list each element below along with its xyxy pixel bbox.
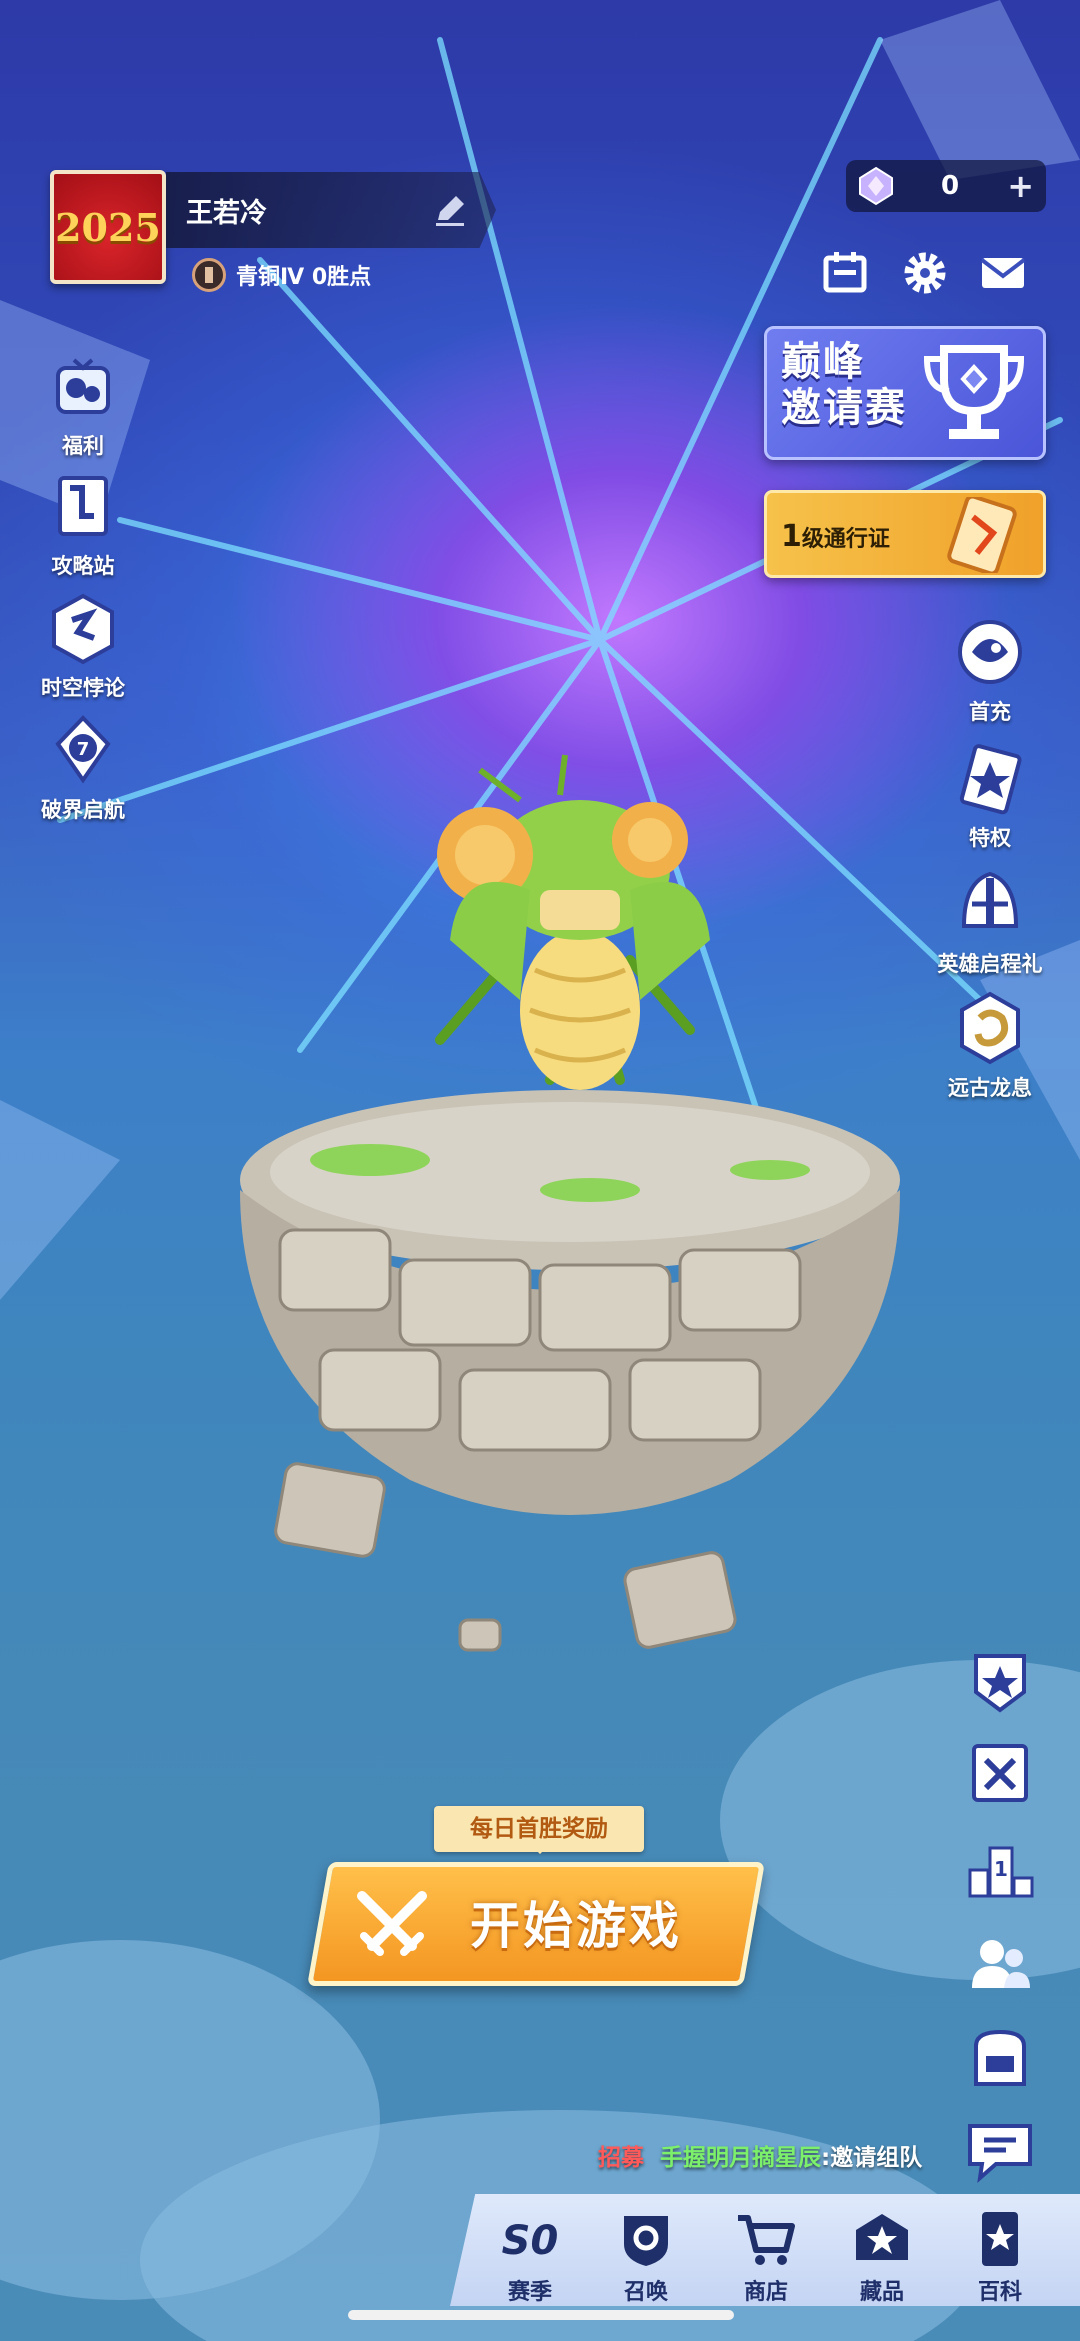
battle-pass-banner[interactable]: 1级通行证 <box>764 490 1046 578</box>
pass-level: 1 <box>781 519 802 554</box>
nav-collection[interactable]: 藏品 <box>832 2210 932 2306</box>
rank-info[interactable]: 青铜Ⅳ 0胜点 <box>192 258 371 292</box>
friends-icon[interactable] <box>960 1928 1040 1998</box>
right-item-label: 英雄启程礼 <box>937 952 1043 976</box>
gem-count: 0 <box>941 171 960 201</box>
avatar-year: 2025 <box>55 204 161 250</box>
voyage-icon: 7 <box>55 715 111 784</box>
settings-gear-icon[interactable] <box>900 248 950 298</box>
add-gem-button[interactable]: + <box>1007 160 1034 212</box>
crossed-swords-icon <box>357 1891 427 1956</box>
encyclopedia-card-icon <box>982 2212 1018 2266</box>
mantis-character <box>435 754 710 1090</box>
mail-icon[interactable] <box>978 248 1028 298</box>
svg-text:7: 7 <box>77 739 90 760</box>
tournament-title-line1: 巅峰 <box>781 339 865 385</box>
recruit-tag: 招募 <box>598 2145 644 2171</box>
start-game-label: 开始游戏 <box>470 1897 682 1955</box>
recruit-suffix: :邀请组队 <box>821 2145 923 2171</box>
shopping-cart-icon <box>738 2215 795 2265</box>
nav-season[interactable]: S0 赛季 <box>480 2210 580 2306</box>
right-item-first-recharge[interactable]: 首充 <box>915 612 1065 726</box>
season-badge-icon: S0 <box>502 2218 559 2264</box>
right-item-label: 远古龙息 <box>948 1076 1032 1100</box>
gem-currency[interactable]: 0 + <box>846 160 1046 212</box>
nav-encyclopedia[interactable]: 百科 <box>950 2210 1050 2306</box>
nav-label: 赛季 <box>507 2280 552 2305</box>
backpack-icon[interactable] <box>960 2022 1040 2092</box>
privilege-card-icon <box>959 744 1022 815</box>
nav-label: 召唤 <box>623 2280 668 2305</box>
floating-island <box>240 1090 900 1652</box>
dragon-breath-icon <box>960 991 1020 1065</box>
collection-star-icon <box>856 2214 908 2260</box>
right-item-dragon-breath[interactable]: 远古龙息 <box>915 988 1065 1102</box>
battle-scroll-icon[interactable] <box>960 1738 1040 1808</box>
rank-badge-icon <box>192 258 226 292</box>
recruit-text: 手握明月摘星辰 <box>660 2145 822 2171</box>
hero-helmet-icon <box>961 871 1019 928</box>
edit-pencil-icon[interactable] <box>430 190 470 230</box>
guide-book-icon <box>58 476 108 536</box>
summon-shield-icon <box>624 2216 668 2266</box>
player-name: 王若冷 <box>186 197 267 229</box>
svg-text:S0: S0 <box>502 2218 559 2264</box>
pass-ticket-icon <box>947 497 1017 573</box>
left-item-label: 时空悖论 <box>41 676 125 700</box>
left-item-label: 福利 <box>62 434 104 458</box>
gift-chat-icon <box>56 358 110 414</box>
nav-label: 百科 <box>977 2280 1022 2305</box>
left-item-label: 破界启航 <box>41 798 125 822</box>
home-indicator[interactable] <box>348 2310 734 2320</box>
left-item-guide[interactable]: 攻略站 <box>18 470 148 580</box>
trophy-icon <box>923 345 1025 439</box>
nav-label: 商店 <box>743 2280 788 2305</box>
calendar-icon[interactable] <box>820 248 870 298</box>
first-recharge-icon <box>958 620 1022 684</box>
crystal-icon <box>859 166 893 206</box>
nav-shop[interactable]: 商店 <box>716 2210 816 2306</box>
ranking-badge-icon[interactable] <box>960 1644 1040 1714</box>
paradox-icon <box>52 593 114 665</box>
recruit-message[interactable]: 招募 手握明月摘星辰:邀请组队 <box>598 2138 922 2172</box>
daily-first-win-tag: 每日首胜奖励 <box>434 1806 644 1854</box>
tournament-title-line2: 邀请赛 <box>781 385 907 431</box>
right-item-privilege[interactable]: 特权 <box>915 738 1065 852</box>
left-item-welfare[interactable]: 福利 <box>18 350 148 460</box>
tournament-banner[interactable]: 巅峰 邀请赛 <box>764 326 1046 460</box>
chat-bubble-icon[interactable] <box>960 2116 1040 2186</box>
left-item-paradox[interactable]: 时空悖论 <box>18 592 148 702</box>
nav-summon[interactable]: 召唤 <box>596 2210 696 2306</box>
leaderboard-icon[interactable]: 1 <box>960 1834 1040 1904</box>
right-item-label: 特权 <box>969 826 1011 850</box>
left-item-label: 攻略站 <box>51 554 115 578</box>
rank-text: 青铜Ⅳ 0胜点 <box>236 265 372 290</box>
avatar[interactable]: 2025 <box>50 170 166 284</box>
right-item-hero-gift[interactable]: 英雄启程礼 <box>915 864 1065 978</box>
left-item-voyage[interactable]: 7 破界启航 <box>18 714 148 824</box>
pass-label: 级通行证 <box>801 527 890 552</box>
nav-label: 藏品 <box>859 2280 904 2305</box>
svg-text:1: 1 <box>994 1857 1008 1881</box>
right-item-label: 首充 <box>969 700 1011 724</box>
